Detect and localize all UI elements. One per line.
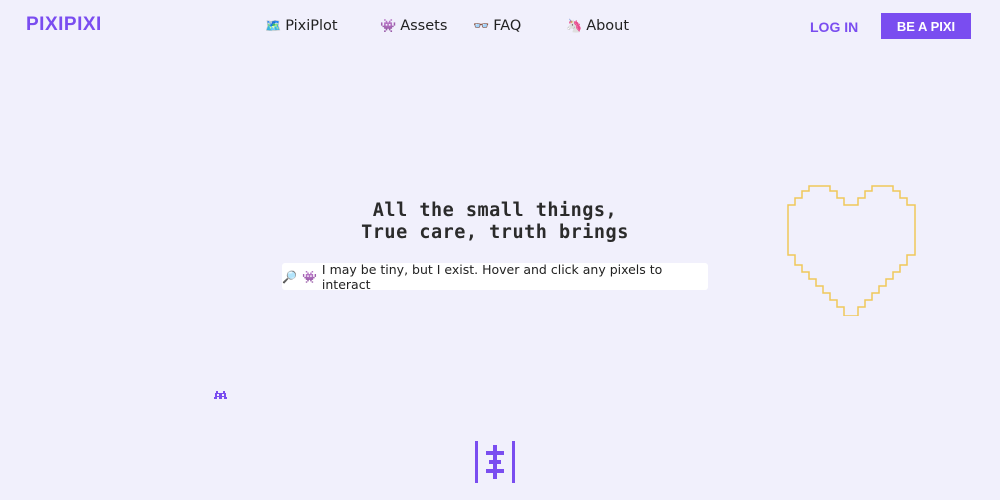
map-icon: 🗺️ xyxy=(265,18,282,34)
nav-item-label: PixiPlot xyxy=(285,18,338,34)
hint-text: I may be tiny, but I exist. Hover and cl… xyxy=(321,261,663,292)
unicorn-icon: 🦄 xyxy=(566,18,583,34)
hero-line-2: True care, truth brings xyxy=(361,222,629,243)
nav-item-label: FAQ xyxy=(493,18,522,34)
nav-item-assets[interactable]: 👾 Assets xyxy=(380,18,447,34)
text-cursor-icon[interactable] xyxy=(474,441,516,483)
pixel-bug-icon[interactable] xyxy=(214,391,227,401)
nav-item-label: Assets xyxy=(400,18,448,34)
login-link[interactable]: LOG IN xyxy=(810,19,858,35)
magnifier-icon: 🔎 xyxy=(282,269,297,284)
nav-item-faq[interactable]: 👓 FAQ xyxy=(473,18,521,34)
pixel-bug-icon: 👾 xyxy=(301,269,317,284)
heart-icon[interactable] xyxy=(786,185,917,316)
hero-headline: All the small things, True care, truth b… xyxy=(245,200,745,244)
glasses-icon: 👓 xyxy=(473,18,490,34)
nav-item-pixiplot[interactable]: 🗺️ PixiPlot xyxy=(265,18,338,34)
hint-box: 🔎 👾 I may be tiny, but I exist. Hover an… xyxy=(282,261,708,292)
be-a-pixi-button[interactable]: BE A PIXI xyxy=(881,13,971,39)
hero-line-1: All the small things, xyxy=(372,200,618,221)
nav-item-about[interactable]: 🦄 About xyxy=(566,18,629,34)
pixel-bug-icon: 👾 xyxy=(380,18,397,34)
nav-item-label: About xyxy=(586,18,630,34)
